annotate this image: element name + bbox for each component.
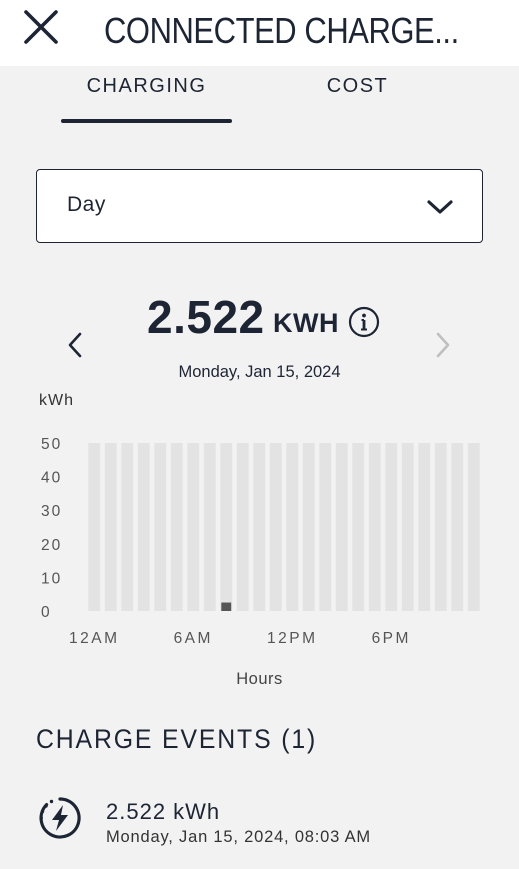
chart-bar-background [137,443,150,611]
x-tick-label: 12PM [267,630,318,647]
y-tick-label: 0 [41,604,52,621]
tab-charging-label: CHARGING [86,75,207,97]
previous-day-icon[interactable] [63,330,89,360]
chart-bar-background [154,443,167,611]
chart-bar-background [418,443,431,611]
tab-cost-label: COST [326,75,389,97]
x-tick-label: 6PM [372,630,411,647]
chart-bar-background [451,443,464,611]
chart-bar-background [253,443,266,611]
charge-event-energy: 2.522 kWh [106,799,221,824]
chart-bar-background [434,443,447,611]
chart-bar-background [269,443,282,611]
chart-bar-background [335,443,348,611]
chart-bar-background [170,443,183,611]
y-tick-label: 30 [41,503,62,520]
y-tick-label: 10 [41,570,62,587]
x-tick-label: 12AM [69,630,120,647]
period-dropdown[interactable]: Day [36,169,483,243]
charging-bolt-icon [39,797,81,839]
tab-cost[interactable]: COST [272,72,443,124]
chart-bar-background [319,443,332,611]
charge-event-datetime: Monday, Jan 15, 2024, 08:03 AM [106,828,371,846]
energy-bar-chart: 50 40 30 20 10 0 12AM 6AM 12PM 6PM [41,436,480,647]
total-energy-unit: KWH [273,308,339,338]
chart-bar-background [220,443,233,611]
charge-events-heading: CHARGE EVENTS (1) [36,724,318,754]
y-tick-label: 50 [41,436,62,453]
y-tick-label: 40 [41,470,62,487]
chart-bar-background [368,443,381,611]
page-title: CONNECTED CHARGE... [104,10,459,51]
close-icon[interactable] [22,8,60,46]
total-energy-value: 2.522 [147,291,265,343]
app-header: CONNECTED CHARGE... [0,0,519,66]
chart-bar-background [286,443,299,611]
selected-date: Monday, Jan 15, 2024 [178,363,341,381]
active-tab-indicator [61,119,232,123]
chart-bar-background [401,443,414,611]
x-tick-label: 6AM [174,630,213,647]
chart-bar-background [302,443,315,611]
y-tick-label: 20 [41,537,62,554]
chevron-down-icon [427,200,453,214]
tab-charging[interactable]: CHARGING [61,72,232,124]
chart-bar-background [385,443,398,611]
chart-y-axis-label: kWh [39,392,74,409]
charge-event-item[interactable]: 2.522 kWh Monday, Jan 15, 2024, 08:03 AM [0,790,519,856]
chart-bar-background [187,443,200,611]
chart-x-axis-label: Hours [236,670,283,688]
chart-bar-background [467,443,480,611]
chart-bar-background [203,443,216,611]
next-day-icon[interactable] [429,330,455,360]
chart-bar [221,602,232,611]
chart-bar-background [121,443,134,611]
info-icon[interactable] [348,306,380,338]
chart-bar-background [88,443,101,611]
chart-bar-background [352,443,365,611]
chart-bar-background [236,443,249,611]
chart-bar-background [104,443,117,611]
period-dropdown-value: Day [67,193,106,216]
